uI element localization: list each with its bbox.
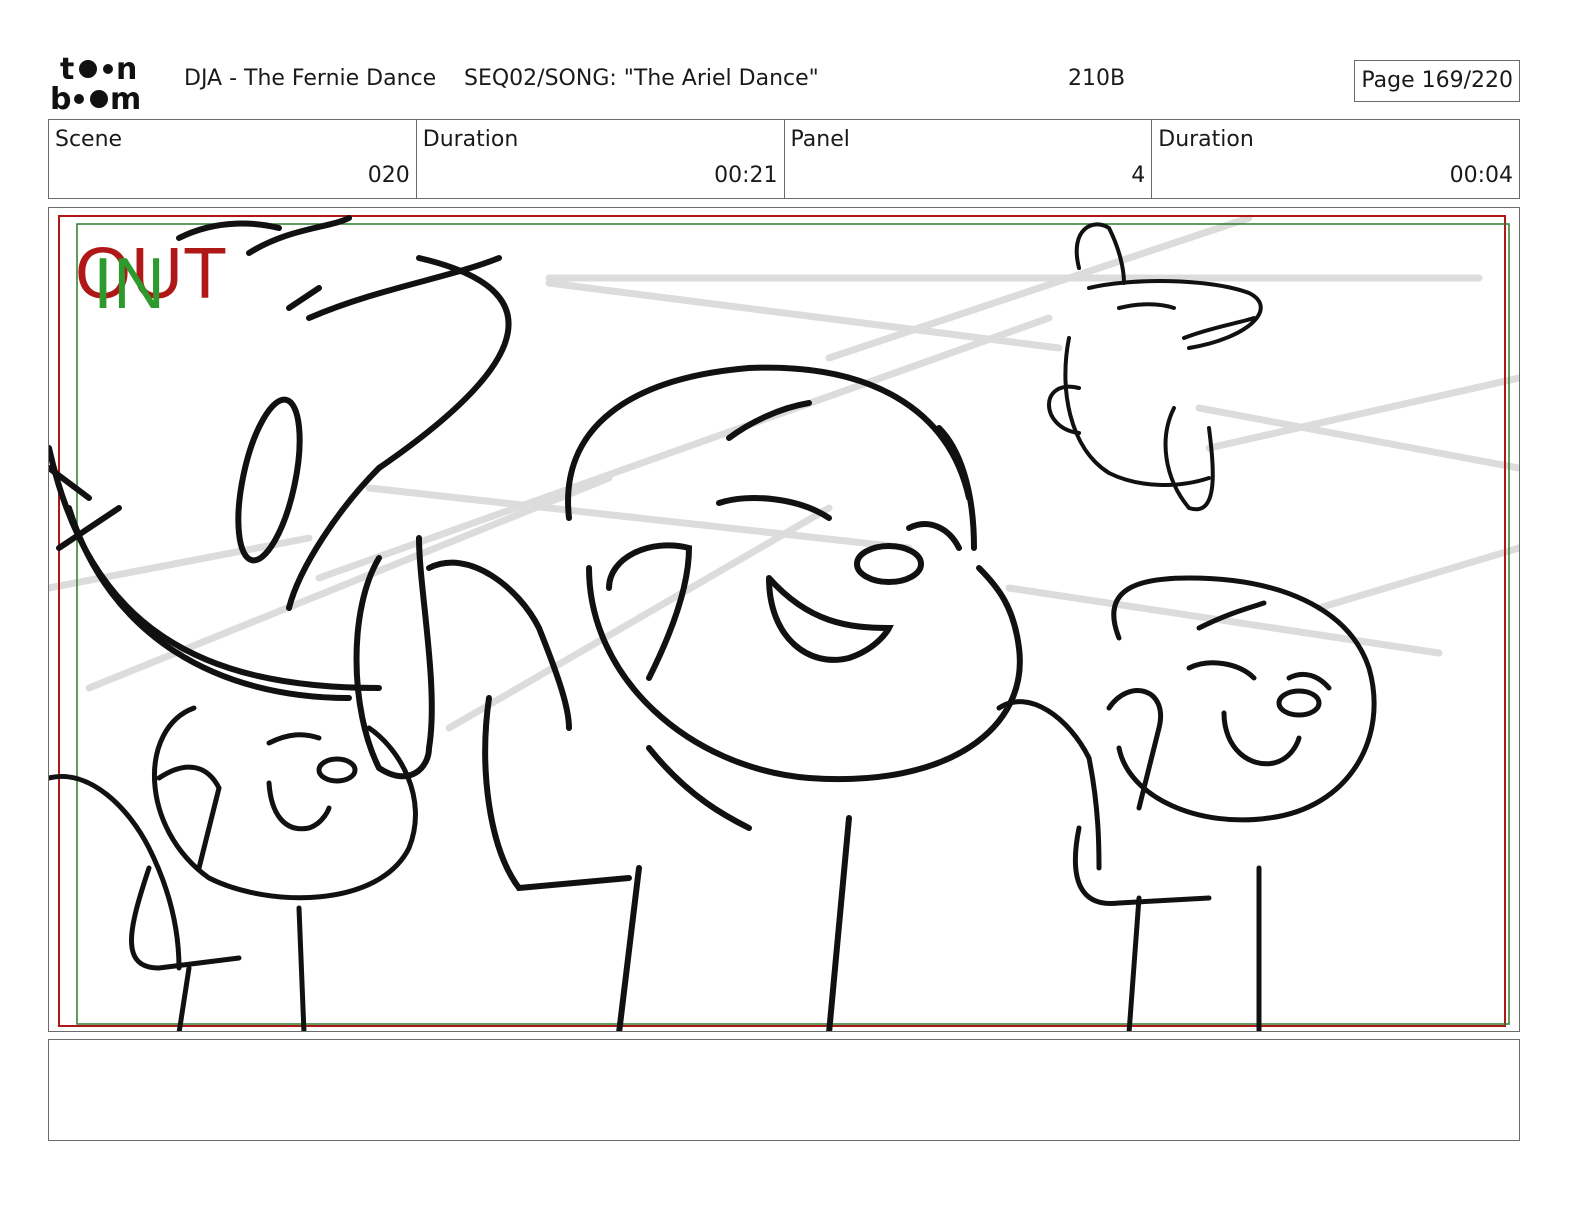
panel-sketch [49,214,1519,1031]
scene-info-bar: Scene 020 Duration 00:21 Panel 4 Duratio… [48,119,1520,199]
scene-cell: Scene 020 [49,120,417,198]
project-title: DJA - The Fernie Dance [184,66,437,91]
in-mark: IN [93,244,165,324]
scene-duration-value: 00:21 [714,163,778,188]
svg-text:m: m [110,82,141,112]
panel-code: 210B [1068,66,1126,91]
storyboard-header: t n b m DJA - The Fernie Dance SEQ02/SON… [48,48,1520,114]
page-indicator: Page 169/220 [1354,60,1520,102]
panel-duration-cell: Duration 00:04 [1152,120,1519,198]
svg-text:b: b [50,82,71,112]
scene-label: Scene [55,127,123,152]
panel-label: Panel [790,127,850,152]
sequence-title: SEQ02/SONG: "The Ariel Dance" [464,66,819,91]
toon-boom-logo: t n b m [50,52,141,112]
panel-value: 4 [1131,163,1146,188]
scene-duration-label: Duration [422,127,519,152]
scene-duration-cell: Duration 00:21 [417,120,785,198]
storyboard-panel: OUT IN [48,207,1520,1032]
panel-cell: Panel 4 [785,120,1153,198]
scene-value: 020 [367,163,410,188]
panel-duration-value: 00:04 [1449,163,1513,188]
panel-notes [48,1039,1520,1141]
panel-duration-label: Duration [1158,127,1254,152]
